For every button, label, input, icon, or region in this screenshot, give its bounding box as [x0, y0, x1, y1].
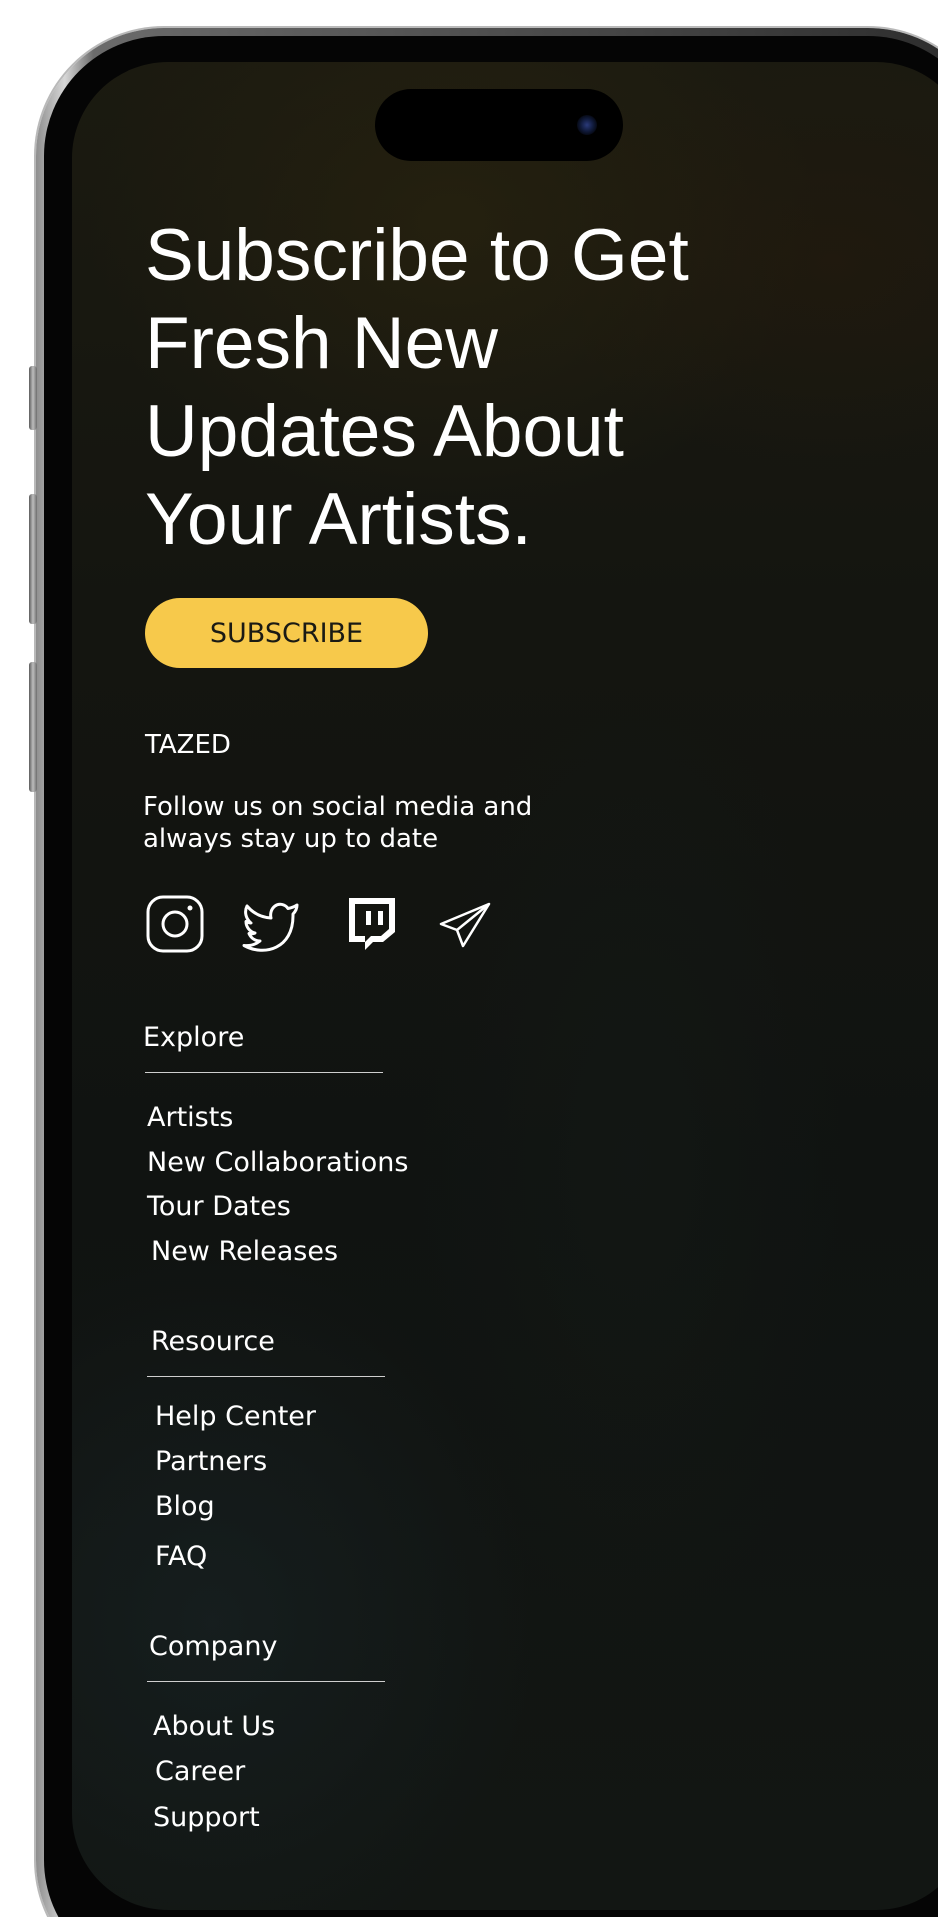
- link-partners[interactable]: Partners: [155, 1446, 267, 1477]
- link-support[interactable]: Support: [153, 1802, 260, 1833]
- resource-divider: [147, 1376, 385, 1377]
- stage: Subscribe to Get Fresh New Updates About…: [0, 0, 938, 1917]
- twitch-link[interactable]: [341, 894, 401, 954]
- link-new-collaborations[interactable]: New Collaborations: [147, 1147, 408, 1178]
- subscribe-headline: Subscribe to Get Fresh New Updates About…: [145, 215, 689, 560]
- company-divider: [147, 1681, 385, 1682]
- instagram-icon: [146, 895, 204, 953]
- resource-title: Resource: [151, 1326, 275, 1357]
- link-help-center[interactable]: Help Center: [155, 1401, 316, 1432]
- volume-up-button: [29, 494, 37, 624]
- link-blog[interactable]: Blog: [155, 1491, 215, 1522]
- volume-down-button: [29, 662, 37, 792]
- company-title: Company: [149, 1631, 278, 1662]
- phone-screen: Subscribe to Get Fresh New Updates About…: [72, 62, 938, 1910]
- brand-name: TAZED: [145, 730, 231, 760]
- link-about-us[interactable]: About Us: [153, 1711, 275, 1742]
- link-artists[interactable]: Artists: [147, 1102, 233, 1133]
- twitch-icon: [349, 898, 395, 950]
- link-tour-dates[interactable]: Tour Dates: [147, 1191, 291, 1222]
- footer-content: Subscribe to Get Fresh New Updates About…: [72, 62, 938, 1910]
- follow-text: Follow us on social media and always sta…: [143, 792, 533, 854]
- link-career[interactable]: Career: [155, 1756, 245, 1787]
- explore-title: Explore: [143, 1022, 245, 1053]
- link-new-releases[interactable]: New Releases: [151, 1236, 338, 1267]
- subscribe-button[interactable]: SUBSCRIBE: [145, 598, 428, 668]
- action-button: [29, 366, 37, 430]
- twitter-icon: [242, 902, 299, 952]
- link-faq[interactable]: FAQ: [155, 1541, 207, 1572]
- telegram-icon: [439, 902, 491, 948]
- telegram-link[interactable]: [435, 894, 495, 954]
- explore-divider: [145, 1072, 383, 1073]
- twitter-link[interactable]: [241, 894, 301, 954]
- instagram-link[interactable]: [145, 894, 205, 954]
